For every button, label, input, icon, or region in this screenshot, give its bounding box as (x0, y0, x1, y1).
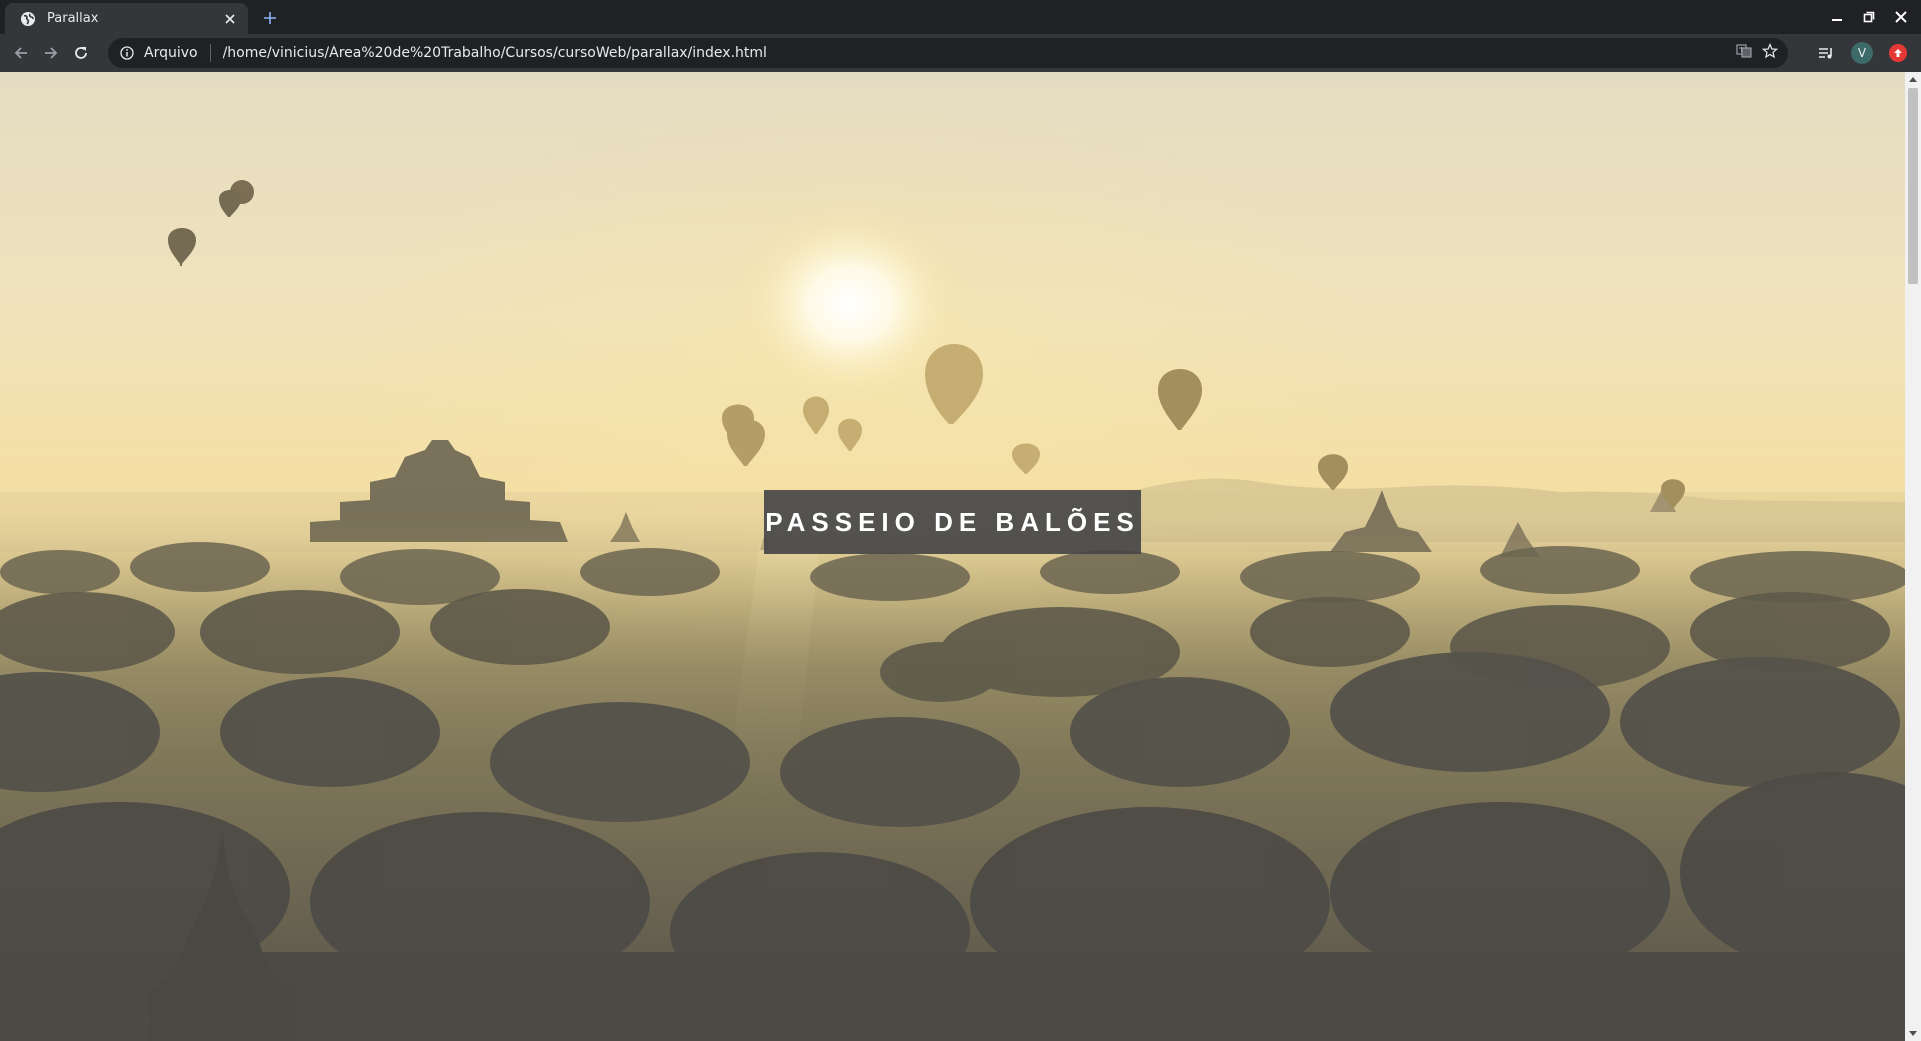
triangle-down-icon (1909, 1031, 1917, 1036)
tab-title: Parallax (47, 11, 99, 26)
page-scrollbar[interactable] (1905, 72, 1921, 1041)
minimize-button[interactable] (1823, 4, 1851, 30)
toolbar-right: V (1811, 38, 1913, 68)
omnibox-actions (1736, 42, 1779, 63)
browser-tab[interactable]: Parallax (5, 3, 248, 34)
extension-red-icon (1889, 44, 1907, 62)
star-icon[interactable] (1761, 42, 1779, 63)
hero-title-box: PASSEIO DE BALÕES (764, 490, 1141, 554)
hero-title: PASSEIO DE BALÕES (765, 506, 1140, 537)
scroll-down-button[interactable] (1905, 1027, 1921, 1041)
media-control-button[interactable] (1811, 38, 1841, 68)
omnibox-divider (209, 44, 211, 62)
translate-icon[interactable] (1736, 43, 1752, 63)
scroll-up-button[interactable] (1905, 72, 1921, 86)
plus-icon (264, 12, 276, 24)
triangle-up-icon (1909, 77, 1917, 82)
extension-button[interactable] (1883, 38, 1913, 68)
scrollbar-thumb[interactable] (1908, 88, 1918, 284)
profile-button[interactable]: V (1847, 38, 1877, 68)
close-icon (1895, 11, 1907, 23)
url-text[interactable]: /home/vinicius/Área%20de%20Trabalho/Curs… (223, 45, 1736, 61)
restore-button[interactable] (1855, 4, 1883, 30)
reload-icon (75, 47, 87, 59)
info-icon[interactable] (118, 44, 136, 62)
close-window-button[interactable] (1887, 4, 1915, 30)
globe-icon (19, 10, 37, 28)
page-viewport: PASSEIO DE BALÕES (0, 72, 1905, 1041)
arrow-right-icon (45, 47, 58, 59)
close-icon[interactable] (220, 9, 240, 29)
tab-strip: Parallax (0, 0, 1921, 34)
back-button[interactable] (6, 38, 36, 68)
browser-toolbar: Arquivo /home/vinicius/Área%20de%20Traba… (0, 34, 1921, 72)
playlist-icon (1819, 48, 1832, 59)
hot-air-balloons-sunrise-image (0, 72, 1905, 1041)
arrow-left-icon (14, 47, 27, 59)
new-tab-button[interactable] (258, 6, 282, 30)
minimize-icon (1832, 19, 1842, 21)
restore-icon (1863, 11, 1875, 23)
window-controls (1823, 4, 1915, 30)
reload-button[interactable] (66, 38, 96, 68)
address-bar[interactable]: Arquivo /home/vinicius/Área%20de%20Traba… (108, 38, 1788, 68)
scheme-chip[interactable]: Arquivo (144, 45, 198, 61)
forward-button[interactable] (36, 38, 66, 68)
avatar: V (1851, 42, 1873, 64)
